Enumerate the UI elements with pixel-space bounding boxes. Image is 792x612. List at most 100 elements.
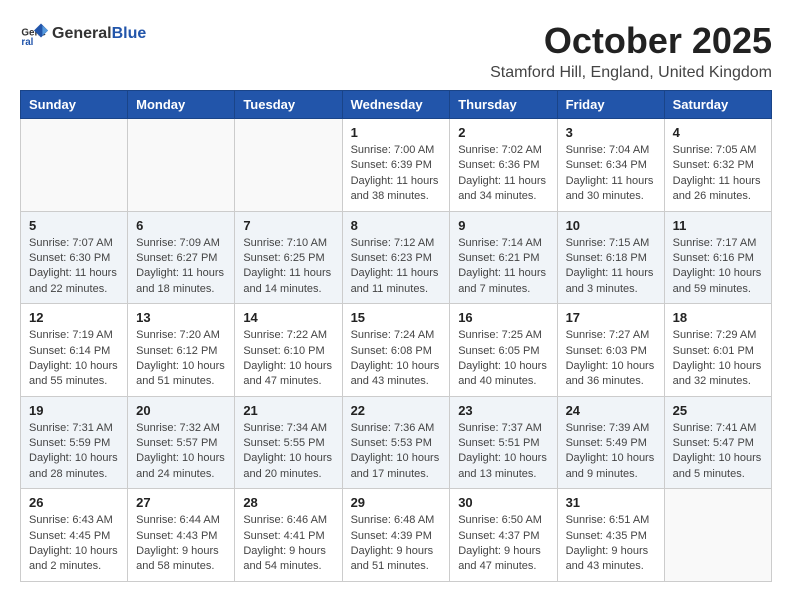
calendar-cell: 5 Sunrise: 7:07 AM Sunset: 6:30 PM Daylig… [21,211,128,304]
day-info: Sunrise: 6:44 AM Sunset: 4:43 PM Dayligh… [136,513,226,575]
calendar-cell: 14Sunrise: 7:22 AM Sunset: 6:10 PM Dayli… [235,304,342,397]
day-of-week-header: Friday [557,91,664,119]
calendar-header-row: SundayMondayTuesdayWednesdayThursdayFrid… [21,91,772,119]
calendar-cell: 24 Sunrise: 7:39 AM Sunset: 5:49 PM Dayli… [557,396,664,489]
day-number: 17 [566,310,656,325]
calendar-week-row: 26 Sunrise: 6:43 AM Sunset: 4:45 PM Dayli… [21,489,772,582]
logo-text: GeneralBlue [52,25,146,43]
day-number: 27 [136,495,226,510]
day-info: Sunrise: 7:39 AM Sunset: 5:49 PM Dayligh… [566,421,656,483]
calendar-cell: 9Sunrise: 7:14 AM Sunset: 6:21 PM Daylig… [450,211,557,304]
day-number: 5 [29,218,119,233]
calendar-table: SundayMondayTuesdayWednesdayThursdayFrid… [20,90,772,582]
day-number: 16 [458,310,548,325]
calendar-cell: 15 Sunrise: 7:24 AM Sunset: 6:08 PM Dayli… [342,304,450,397]
day-info: Sunrise: 7:02 AM Sunset: 6:36 PM Dayligh… [458,143,548,205]
calendar-cell: 29Sunrise: 6:48 AM Sunset: 4:39 PM Dayli… [342,489,450,582]
calendar-cell [235,119,342,212]
calendar-cell: 23Sunrise: 7:37 AM Sunset: 5:51 PM Dayli… [450,396,557,489]
day-number: 7 [243,218,333,233]
day-info: Sunrise: 6:51 AM Sunset: 4:35 PM Dayligh… [566,513,656,575]
day-number: 31 [566,495,656,510]
calendar-cell: 3Sunrise: 7:04 AM Sunset: 6:34 PM Daylig… [557,119,664,212]
day-info: Sunrise: 7:09 AM Sunset: 6:27 PM Dayligh… [136,236,226,298]
calendar-cell: 11 Sunrise: 7:17 AM Sunset: 6:16 PM Dayli… [664,211,771,304]
day-number: 2 [458,125,548,140]
day-number: 15 [351,310,442,325]
calendar-cell: 22 Sunrise: 7:36 AM Sunset: 5:53 PM Dayli… [342,396,450,489]
logo: Gene ral GeneralBlue [20,20,146,48]
day-number: 6 [136,218,226,233]
calendar-cell: 1Sunrise: 7:00 AM Sunset: 6:39 PM Daylig… [342,119,450,212]
calendar-cell: 16 Sunrise: 7:25 AM Sunset: 6:05 PM Dayli… [450,304,557,397]
day-info: Sunrise: 7:36 AM Sunset: 5:53 PM Dayligh… [351,421,442,483]
calendar-cell: 2 Sunrise: 7:02 AM Sunset: 6:36 PM Daylig… [450,119,557,212]
day-info: Sunrise: 7:12 AM Sunset: 6:23 PM Dayligh… [351,236,442,298]
calendar-cell [21,119,128,212]
day-info: Sunrise: 6:48 AM Sunset: 4:39 PM Dayligh… [351,513,442,575]
month-title: October 2025 [490,20,772,62]
calendar-cell: 21Sunrise: 7:34 AM Sunset: 5:55 PM Dayli… [235,396,342,489]
day-number: 8 [351,218,442,233]
day-info: Sunrise: 7:41 AM Sunset: 5:47 PM Dayligh… [673,421,763,483]
calendar-cell: 18Sunrise: 7:29 AM Sunset: 6:01 PM Dayli… [664,304,771,397]
location-title: Stamford Hill, England, United Kingdom [490,64,772,82]
svg-text:ral: ral [21,37,33,48]
day-of-week-header: Tuesday [235,91,342,119]
day-number: 11 [673,218,763,233]
day-info: Sunrise: 7:15 AM Sunset: 6:18 PM Dayligh… [566,236,656,298]
day-number: 20 [136,403,226,418]
day-info: Sunrise: 7:31 AM Sunset: 5:59 PM Dayligh… [29,421,119,483]
calendar-cell: 28Sunrise: 6:46 AM Sunset: 4:41 PM Dayli… [235,489,342,582]
day-info: Sunrise: 6:50 AM Sunset: 4:37 PM Dayligh… [458,513,548,575]
day-info: Sunrise: 7:04 AM Sunset: 6:34 PM Dayligh… [566,143,656,205]
calendar-cell: 8 Sunrise: 7:12 AM Sunset: 6:23 PM Daylig… [342,211,450,304]
day-number: 9 [458,218,548,233]
day-of-week-header: Sunday [21,91,128,119]
calendar-cell: 12 Sunrise: 7:19 AM Sunset: 6:14 PM Dayli… [21,304,128,397]
title-block: October 2025 Stamford Hill, England, Uni… [490,20,772,82]
day-number: 24 [566,403,656,418]
calendar-cell: 30Sunrise: 6:50 AM Sunset: 4:37 PM Dayli… [450,489,557,582]
calendar-cell: 26 Sunrise: 6:43 AM Sunset: 4:45 PM Dayli… [21,489,128,582]
day-info: Sunrise: 7:17 AM Sunset: 6:16 PM Dayligh… [673,236,763,298]
day-number: 23 [458,403,548,418]
calendar-cell: 6 Sunrise: 7:09 AM Sunset: 6:27 PM Daylig… [128,211,235,304]
day-info: Sunrise: 7:29 AM Sunset: 6:01 PM Dayligh… [673,328,763,390]
calendar-cell: 25 Sunrise: 7:41 AM Sunset: 5:47 PM Dayli… [664,396,771,489]
day-number: 28 [243,495,333,510]
day-info: Sunrise: 7:34 AM Sunset: 5:55 PM Dayligh… [243,421,333,483]
calendar-cell: 4Sunrise: 7:05 AM Sunset: 6:32 PM Daylig… [664,119,771,212]
calendar-week-row: 12 Sunrise: 7:19 AM Sunset: 6:14 PM Dayli… [21,304,772,397]
calendar-cell: 20 Sunrise: 7:32 AM Sunset: 5:57 PM Dayli… [128,396,235,489]
day-number: 19 [29,403,119,418]
calendar-cell: 13 Sunrise: 7:20 AM Sunset: 6:12 PM Dayli… [128,304,235,397]
calendar-cell: 10 Sunrise: 7:15 AM Sunset: 6:18 PM Dayli… [557,211,664,304]
day-info: Sunrise: 7:00 AM Sunset: 6:39 PM Dayligh… [351,143,442,205]
page-header: Gene ral GeneralBlue October 2025 Stamfo… [20,20,772,82]
day-info: Sunrise: 7:10 AM Sunset: 6:25 PM Dayligh… [243,236,333,298]
calendar-cell: 7 Sunrise: 7:10 AM Sunset: 6:25 PM Daylig… [235,211,342,304]
day-info: Sunrise: 7:32 AM Sunset: 5:57 PM Dayligh… [136,421,226,483]
day-number: 22 [351,403,442,418]
day-info: Sunrise: 7:20 AM Sunset: 6:12 PM Dayligh… [136,328,226,390]
day-info: Sunrise: 7:25 AM Sunset: 6:05 PM Dayligh… [458,328,548,390]
calendar-cell: 19 Sunrise: 7:31 AM Sunset: 5:59 PM Dayli… [21,396,128,489]
day-number: 10 [566,218,656,233]
day-of-week-header: Thursday [450,91,557,119]
day-info: Sunrise: 7:19 AM Sunset: 6:14 PM Dayligh… [29,328,119,390]
day-number: 25 [673,403,763,418]
day-info: Sunrise: 7:24 AM Sunset: 6:08 PM Dayligh… [351,328,442,390]
day-number: 12 [29,310,119,325]
calendar-cell [128,119,235,212]
day-info: Sunrise: 6:43 AM Sunset: 4:45 PM Dayligh… [29,513,119,575]
calendar-cell: 17Sunrise: 7:27 AM Sunset: 6:03 PM Dayli… [557,304,664,397]
day-info: Sunrise: 7:05 AM Sunset: 6:32 PM Dayligh… [673,143,763,205]
day-of-week-header: Saturday [664,91,771,119]
day-number: 26 [29,495,119,510]
day-of-week-header: Wednesday [342,91,450,119]
calendar-week-row: 1Sunrise: 7:00 AM Sunset: 6:39 PM Daylig… [21,119,772,212]
day-number: 13 [136,310,226,325]
day-info: Sunrise: 7:07 AM Sunset: 6:30 PM Dayligh… [29,236,119,298]
calendar-cell [664,489,771,582]
